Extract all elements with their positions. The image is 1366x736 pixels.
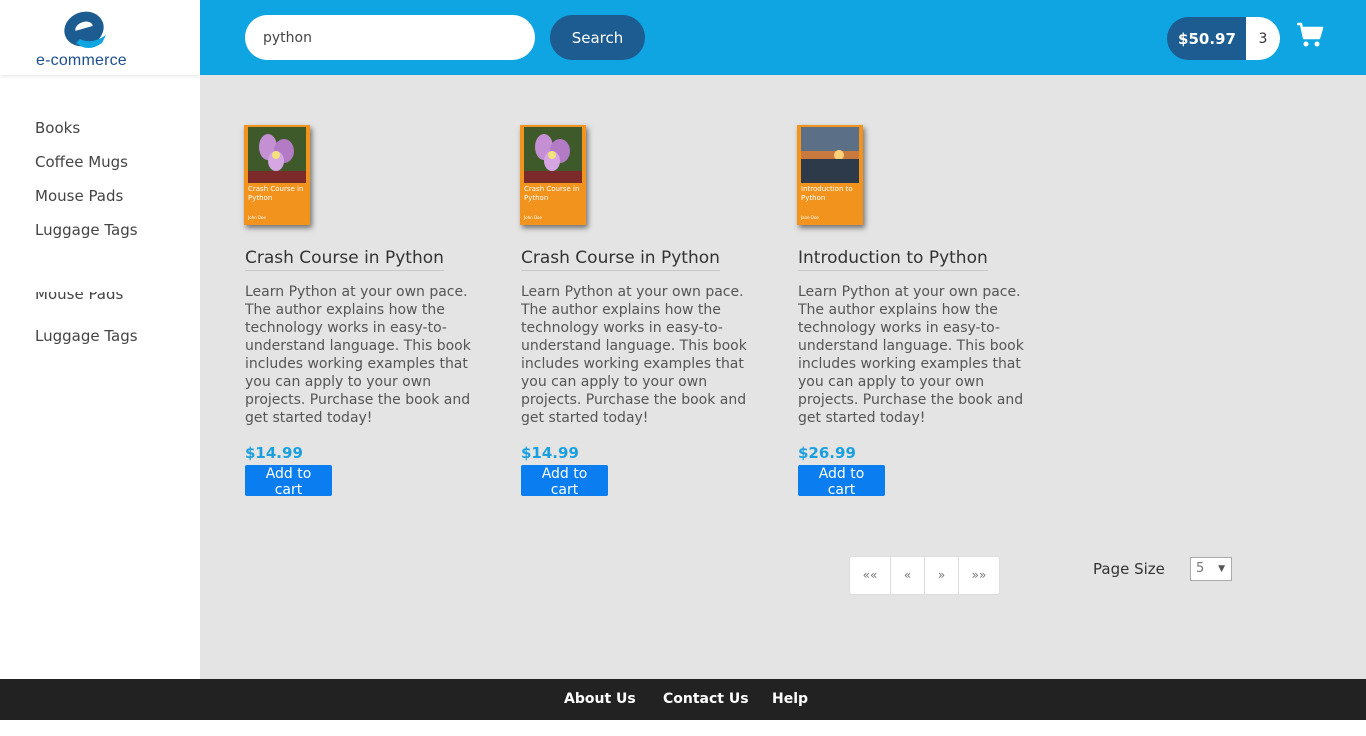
footer-link-about[interactable]: About Us [564,691,636,707]
product-area: Crash Course in Python John Doe Crash Co… [200,75,1366,679]
category-list: Books Coffee Mugs Mouse Pads Luggage Tag… [35,118,138,254]
product-cover[interactable]: Introduction to Python Jane Doe [797,125,863,225]
cover-title: Introduction to Python [801,185,853,202]
product-price: $14.99 [245,444,303,462]
previous-page-button[interactable]: « [891,557,925,594]
sidebar-item-coffee-mugs[interactable]: Coffee Mugs [35,152,138,186]
last-page-button[interactable]: »» [959,557,999,594]
sidebar-item-luggage-tags[interactable]: Luggage Tags [35,220,138,254]
add-to-cart-button[interactable]: Add to cart [245,465,332,498]
first-page-button[interactable]: «« [850,557,891,594]
cart-total: $50.97 [1167,17,1247,60]
product-name[interactable]: Crash Course in Python [245,248,444,271]
product-price: $14.99 [521,444,579,462]
product-description: Learn Python at your own pace. The autho… [245,284,471,426]
page-size-value: 5 [1196,561,1205,576]
sunset-image [801,127,859,183]
logo-text: e-commerce [36,52,127,69]
next-page-button[interactable]: » [925,557,959,594]
search-input[interactable] [245,15,535,60]
product-description: Learn Python at your own pace. The autho… [521,284,747,426]
cover-title: Crash Course in Python [524,185,580,202]
flower-image [524,127,582,183]
cover-author: John Doe [524,215,542,220]
sidebar-item-luggage-tags-duplicate[interactable]: Luggage Tags [35,326,138,360]
cover-author: Jane Doe [801,215,819,220]
product-cover[interactable]: Crash Course in Python John Doe [244,125,310,225]
flower-image [248,127,306,183]
cover-title: Crash Course in Python [248,185,304,202]
add-to-cart-button[interactable]: Add to cart [798,465,885,498]
footer-link-help[interactable]: Help [772,691,808,707]
product-price: $26.99 [798,444,856,462]
logo[interactable]: e-commerce [0,0,200,75]
cover-author: John Doe [248,215,266,220]
sidebar: e-commerce Books Coffee Mugs Mouse Pads … [0,0,200,679]
shopping-cart-icon[interactable] [1296,22,1324,48]
category-list-overflow: Mouse Pads Luggage Tags [35,292,138,360]
product-name[interactable]: Crash Course in Python [521,248,720,271]
product-cover[interactable]: Crash Course in Python John Doe [520,125,586,225]
product-description: Learn Python at your own pace. The autho… [798,284,1024,426]
footer-link-contact[interactable]: Contact Us [663,691,749,707]
sidebar-item-mouse-pads[interactable]: Mouse Pads [35,186,138,220]
chevron-down-icon: ▼ [1218,564,1225,574]
page-size-label: Page Size [1093,560,1165,578]
logo-icon [64,11,106,48]
product-name[interactable]: Introduction to Python [798,248,988,271]
add-to-cart-button[interactable]: Add to cart [521,465,608,498]
sidebar-item-books[interactable]: Books [35,118,138,152]
pagination: «« « » »» [849,556,1000,595]
header: Search $50.97 3 [200,0,1366,75]
search-button[interactable]: Search [550,15,645,60]
sidebar-ghost-label: Mouse Pads [35,292,124,303]
cart-count-badge: 3 [1246,17,1280,60]
sidebar-item-ghost: Mouse Pads [35,292,138,304]
page-size-select[interactable]: 5 ▼ [1190,557,1232,581]
footer: About Us Contact Us Help [0,679,1366,720]
